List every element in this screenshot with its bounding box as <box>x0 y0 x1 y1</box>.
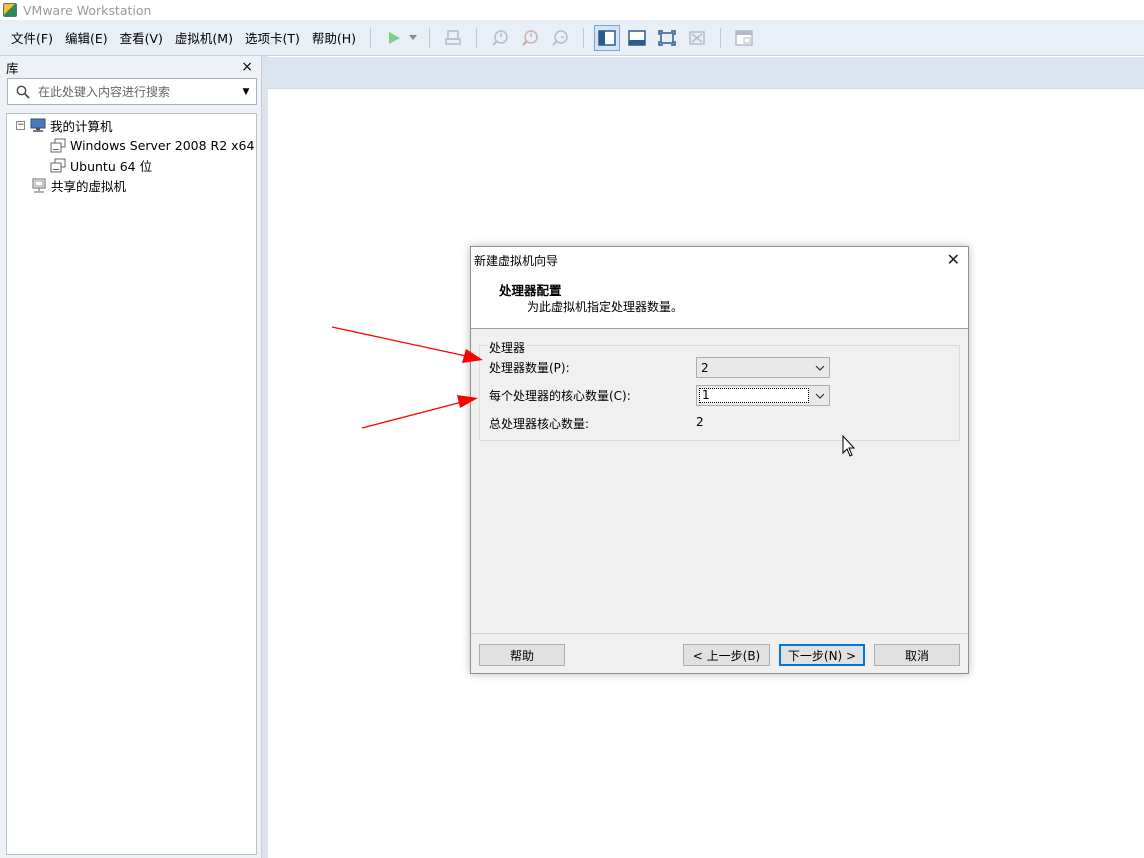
fullscreen-icon[interactable] <box>654 25 680 51</box>
menu-vm[interactable]: 虚拟机(M) <box>169 28 239 47</box>
tab-strip <box>268 57 1144 89</box>
toolbar-separator <box>476 27 478 48</box>
chevron-down-icon[interactable]: ▼ <box>236 87 256 97</box>
annotation-arrow <box>361 395 478 429</box>
revert-snapshot-icon[interactable] <box>517 25 543 51</box>
next-button[interactable]: 下一步(N) > <box>779 644 865 666</box>
search-icon <box>16 85 30 99</box>
processors-select[interactable]: 2 <box>696 357 830 378</box>
cores-value: 1 <box>699 388 809 403</box>
shared-vm-icon <box>31 178 47 193</box>
library-search: ▼ <box>7 78 257 105</box>
chevron-down-icon <box>811 365 829 371</box>
library-header: 库 × <box>0 56 261 78</box>
snapshot-icon[interactable] <box>487 25 513 51</box>
toolbar-separator <box>720 27 722 48</box>
search-input[interactable] <box>38 80 236 103</box>
title-bar: VMware Workstation <box>0 0 1144 20</box>
page-subheading: 为此虚拟机指定处理器数量。 <box>527 300 684 314</box>
tree-item-label: 我的计算机 <box>50 118 113 134</box>
tree-item-my-computer[interactable]: − 我的计算机 <box>16 115 113 135</box>
dialog-footer: 帮助 < 上一步(B) 下一步(N) > 取消 <box>471 633 968 673</box>
thumbnail-bar-icon[interactable] <box>624 25 650 51</box>
annotation-arrow <box>331 326 483 363</box>
send-keys-icon[interactable] <box>440 25 466 51</box>
processors-value: 2 <box>701 360 709 375</box>
processor-group: 处理器 处理器数量(P): 2 每个处理器的核心数量(C): 1 总处理器核心数… <box>479 339 960 441</box>
menu-tabs[interactable]: 选项卡(T) <box>239 28 306 47</box>
show-library-icon[interactable] <box>594 24 621 51</box>
cancel-button[interactable]: 取消 <box>874 644 960 666</box>
splitter[interactable] <box>262 56 268 858</box>
menu-help[interactable]: 帮助(H) <box>306 28 362 47</box>
menu-view[interactable]: 查看(V) <box>114 28 169 47</box>
menu-file[interactable]: 文件(F) <box>5 28 59 47</box>
console-view-icon[interactable] <box>731 25 757 51</box>
close-icon[interactable]: × <box>241 59 253 75</box>
tree-item-shared-vms[interactable]: 共享的虚拟机 <box>31 175 126 195</box>
toolbar-separator <box>370 27 372 48</box>
library-title: 库 <box>6 60 19 76</box>
dropdown-icon[interactable] <box>407 25 419 51</box>
unity-icon[interactable] <box>684 25 710 51</box>
library-panel: 库 × ▼ − 我的计算机 Windows Server 2008 R2 x64 <box>0 56 262 858</box>
toolbar-separator <box>429 27 431 48</box>
chevron-down-icon <box>811 393 829 399</box>
vm-icon <box>50 138 66 153</box>
tree-item-label: Windows Server 2008 R2 x64 <box>70 137 255 153</box>
cores-label: 每个处理器的核心数量(C): <box>489 389 631 403</box>
menu-edit[interactable]: 编辑(E) <box>59 28 114 47</box>
page-heading: 处理器配置 <box>499 283 562 298</box>
total-cores-label: 总处理器核心数量: <box>489 417 590 431</box>
vm-icon <box>50 158 66 173</box>
group-label: 处理器 <box>487 339 528 356</box>
collapse-icon[interactable]: − <box>16 120 25 130</box>
toolbar-separator <box>583 27 585 48</box>
processors-label: 处理器数量(P): <box>489 361 570 375</box>
snapshot-manager-icon[interactable] <box>547 25 573 51</box>
new-vm-wizard-dialog: 新建虚拟机向导 ✕ 处理器配置 为此虚拟机指定处理器数量。 处理器 处理器数量(… <box>470 246 969 674</box>
dialog-title: 新建虚拟机向导 <box>474 254 559 268</box>
menu-toolbar-bar: 文件(F) 编辑(E) 查看(V) 虚拟机(M) 选项卡(T) 帮助(H) <box>0 20 1144 56</box>
library-tree: − 我的计算机 Windows Server 2008 R2 x64 Ubunt… <box>6 113 257 855</box>
cores-select[interactable]: 1 <box>696 385 830 406</box>
tree-item-vm[interactable]: Ubuntu 64 位 <box>50 155 152 175</box>
back-button[interactable]: < 上一步(B) <box>683 644 770 666</box>
total-cores-value: 2 <box>696 415 704 429</box>
dialog-header: 新建虚拟机向导 ✕ 处理器配置 为此虚拟机指定处理器数量。 <box>471 247 968 329</box>
help-button[interactable]: 帮助 <box>479 644 565 666</box>
vmware-app-icon <box>3 3 17 17</box>
play-icon[interactable] <box>381 25 407 51</box>
tree-item-label: 共享的虚拟机 <box>51 178 127 194</box>
close-icon[interactable]: ✕ <box>947 250 960 269</box>
window-title: VMware Workstation <box>23 2 152 18</box>
tree-item-vm[interactable]: Windows Server 2008 R2 x64 <box>50 135 254 155</box>
tree-item-label: Ubuntu 64 位 <box>70 158 153 174</box>
computer-icon <box>30 118 46 133</box>
